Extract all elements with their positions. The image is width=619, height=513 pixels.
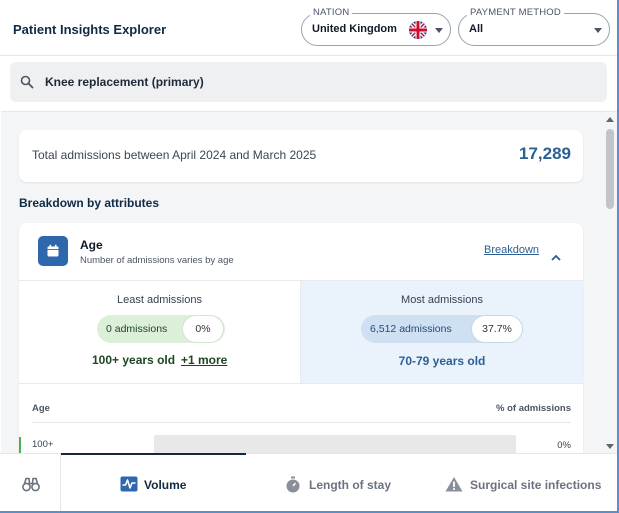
least-admissions-group: 100+ years old bbox=[92, 353, 176, 367]
scroll-up-icon[interactable] bbox=[606, 117, 614, 122]
bottom-tab-bar: Volume Length of stay Surgical site infe… bbox=[0, 453, 619, 513]
search-icon bbox=[20, 75, 34, 94]
most-admissions-group: 70-79 years old bbox=[398, 354, 486, 368]
procedure-search[interactable]: Knee replacement (primary) bbox=[10, 62, 607, 102]
column-header-percent: % of admissions bbox=[496, 403, 571, 414]
binoculars-button[interactable] bbox=[0, 454, 61, 513]
age-breakdown-card: Age Number of admissions varies by age B… bbox=[19, 223, 583, 453]
payment-legend: PAYMENT METHOD bbox=[467, 7, 564, 18]
stopwatch-icon bbox=[285, 476, 301, 498]
nation-value: United Kingdom bbox=[312, 23, 397, 35]
table-row-label: 100+ bbox=[32, 439, 54, 450]
scrollbar[interactable] bbox=[603, 112, 617, 453]
payment-method-select[interactable]: PAYMENT METHOD All bbox=[458, 7, 610, 46]
most-admissions-count: 6,512 admissions bbox=[370, 323, 452, 335]
most-admissions-percent: 37.7% bbox=[472, 316, 522, 342]
calendar-icon bbox=[38, 236, 68, 266]
search-input[interactable]: Knee replacement (primary) bbox=[45, 75, 204, 89]
warning-icon bbox=[445, 476, 463, 497]
active-tab-indicator bbox=[61, 453, 246, 455]
scroll-down-icon[interactable] bbox=[606, 444, 614, 449]
chevron-down-icon bbox=[435, 28, 443, 33]
most-admissions-panel: Most admissions 6,512 admissions 37.7% 7… bbox=[301, 281, 583, 383]
age-breakdown-table: Age % of admissions 100+ 0% bbox=[19, 383, 583, 453]
chevron-up-icon[interactable] bbox=[551, 248, 561, 266]
nation-select[interactable]: NATION United Kingdom bbox=[301, 7, 451, 46]
most-admissions-heading: Most admissions bbox=[401, 294, 483, 306]
tab-volume-label: Volume bbox=[144, 478, 187, 492]
column-header-age: Age bbox=[32, 403, 50, 414]
least-admissions-pill: 0 admissions 0% bbox=[97, 315, 225, 343]
total-admissions-card: Total admissions between April 2024 and … bbox=[19, 130, 583, 182]
uk-flag-icon bbox=[409, 21, 427, 39]
nation-legend: NATION bbox=[310, 7, 353, 18]
least-admissions-percent: 0% bbox=[183, 316, 223, 342]
tab-surgical-site-infections[interactable]: Surgical site infections bbox=[426, 454, 619, 513]
table-row-percent: 0% bbox=[557, 440, 571, 451]
binoculars-icon bbox=[22, 477, 40, 492]
row-marker bbox=[19, 437, 21, 453]
tab-length-of-stay-label: Length of stay bbox=[309, 478, 392, 492]
total-admissions-label: Total admissions between April 2024 and … bbox=[32, 148, 317, 162]
table-row-bar bbox=[154, 435, 516, 453]
breakdown-section-title: Breakdown by attributes bbox=[19, 196, 160, 210]
least-admissions-heading: Least admissions bbox=[117, 294, 202, 306]
total-admissions-value: 17,289 bbox=[519, 144, 571, 163]
divider bbox=[32, 422, 571, 423]
tab-length-of-stay[interactable]: Length of stay bbox=[246, 454, 426, 513]
tab-surgical-site-infections-label: Surgical site infections bbox=[470, 478, 602, 492]
least-admissions-count: 0 admissions bbox=[106, 323, 168, 335]
volume-chart-icon bbox=[120, 476, 138, 497]
scrollbar-thumb[interactable] bbox=[606, 129, 614, 209]
more-groups-link[interactable]: +1 more bbox=[181, 353, 227, 367]
age-subtitle: Number of admissions varies by age bbox=[80, 255, 234, 266]
most-admissions-pill: 6,512 admissions 37.7% bbox=[361, 315, 523, 343]
tab-volume[interactable]: Volume bbox=[61, 453, 246, 513]
age-title: Age bbox=[80, 238, 103, 252]
main-content: Total admissions between April 2024 and … bbox=[1, 111, 617, 453]
chevron-down-icon bbox=[594, 28, 602, 33]
payment-value: All bbox=[469, 23, 484, 35]
least-admissions-panel: Least admissions 0 admissions 0% 100+ ye… bbox=[19, 281, 301, 383]
app-header: Patient Insights Explorer NATION United … bbox=[0, 0, 619, 56]
breakdown-toggle-link[interactable]: Breakdown bbox=[484, 244, 539, 256]
app-title: Patient Insights Explorer bbox=[13, 22, 167, 37]
